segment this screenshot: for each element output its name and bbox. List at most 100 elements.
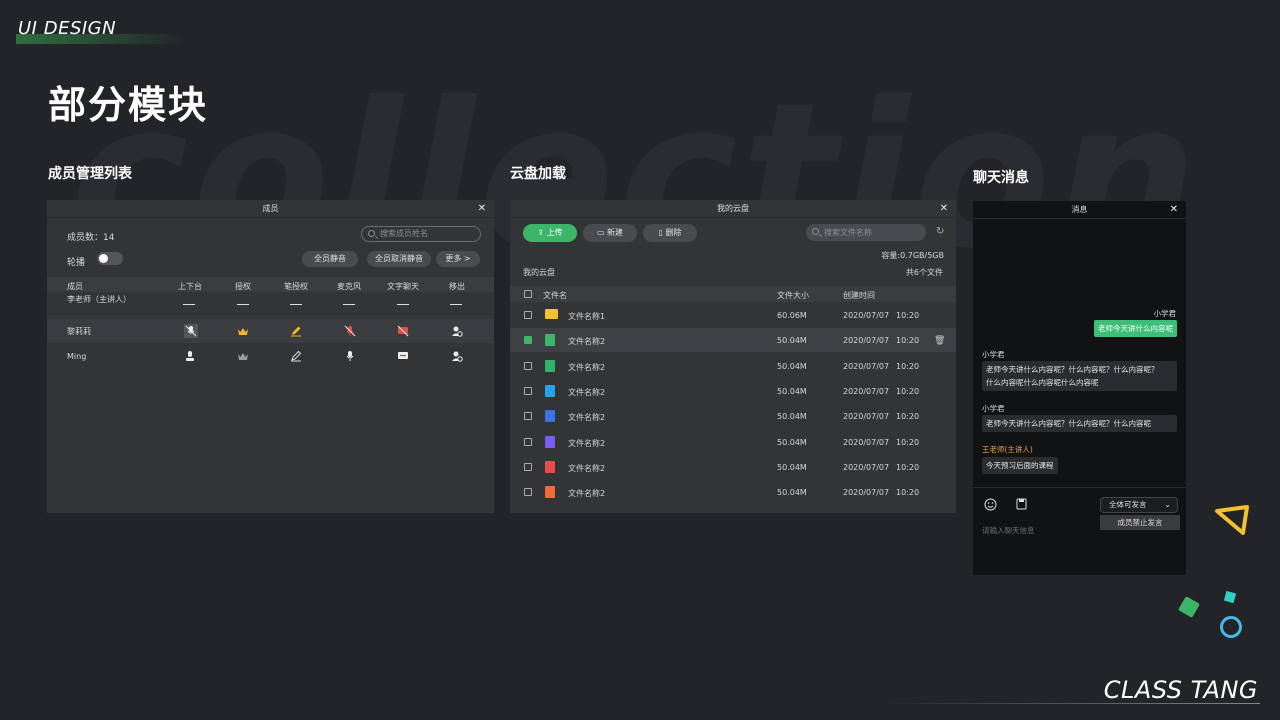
- col-text-chat: 文字聊天: [387, 282, 419, 291]
- refresh-icon[interactable]: ↻: [936, 226, 944, 237]
- member-name: 李老师（主讲人）: [67, 295, 131, 304]
- file-checkbox[interactable]: [524, 462, 532, 471]
- file-size: 50.04M: [777, 361, 807, 371]
- dash: [397, 304, 409, 305]
- save-icon[interactable]: [1016, 498, 1027, 510]
- ppt-file-icon: [545, 359, 555, 372]
- member-name: Ming: [67, 352, 87, 361]
- message-bubble-mine: 老师今天讲什么内容呢: [1094, 320, 1177, 337]
- file-date: 2020/07/07: [843, 361, 890, 371]
- file-search-input[interactable]: 搜索文件名称: [806, 224, 926, 241]
- remove-member-icon[interactable]: [451, 325, 463, 337]
- file-checkbox[interactable]: [524, 311, 532, 319]
- video-file-icon: [545, 410, 555, 423]
- crown-icon[interactable]: [237, 325, 249, 337]
- file-date: 2020/07/07: [843, 412, 890, 422]
- file-checkbox[interactable]: [524, 412, 532, 421]
- stage-off-icon[interactable]: [184, 324, 198, 338]
- new-label: 新建: [607, 228, 624, 237]
- stage-icon[interactable]: [184, 350, 196, 362]
- members-panel-title: 成员: [262, 204, 279, 213]
- close-icon[interactable]: ✕: [940, 200, 948, 218]
- image-file-icon: [545, 334, 555, 347]
- carousel-toggle[interactable]: [97, 252, 123, 265]
- upload-label: 上传: [546, 228, 563, 237]
- col-stage: 上下台: [178, 282, 202, 291]
- delete-button[interactable]: ▯ 删除: [643, 224, 697, 242]
- file-checkbox[interactable]: [524, 488, 532, 497]
- mic-muted-icon[interactable]: [344, 325, 356, 337]
- file-time: 10:20: [896, 336, 920, 346]
- file-size: 60.06M: [777, 311, 807, 320]
- select-all-checkbox[interactable]: [524, 290, 532, 298]
- new-folder-button[interactable]: ▭ 新建: [583, 224, 637, 242]
- file-row[interactable]: 文件名称2 50.04M 2020/07/07 10:20: [510, 409, 956, 427]
- chat-muted-icon[interactable]: [397, 325, 409, 337]
- speak-permission-option[interactable]: 成员禁止发言: [1100, 515, 1180, 530]
- col-pen-auth: 笔授权: [284, 282, 308, 291]
- cloud-panel-title: 我的云盘: [717, 204, 749, 213]
- file-row[interactable]: 文件名称2 50.04M 2020/07/07 10:20: [510, 485, 956, 503]
- crown-icon[interactable]: [237, 350, 249, 362]
- cloud-panel-header: 我的云盘 ✕: [510, 200, 956, 218]
- section-title-cloud: 云盘加载: [510, 166, 566, 182]
- file-name: 文件名称2: [568, 337, 606, 347]
- file-size: 50.04M: [777, 462, 807, 472]
- file-search-placeholder: 搜索文件名称: [824, 228, 872, 237]
- col-file-name: 文件名: [543, 291, 567, 300]
- chat-panel-header: 消息 ✕: [973, 201, 1186, 219]
- speak-permission-select[interactable]: 全体可发言 ⌄: [1100, 497, 1178, 513]
- more-button[interactable]: 更多 >: [436, 251, 480, 267]
- triangle-decoration: [1215, 505, 1249, 535]
- delete-label: 删除: [665, 228, 682, 237]
- speak-permission-value: 全体可发言: [1109, 500, 1147, 509]
- carousel-label: 轮播: [67, 258, 86, 268]
- mic-icon[interactable]: [344, 350, 356, 362]
- file-date: 2020/07/07: [843, 386, 890, 396]
- word-file-icon: [545, 384, 555, 397]
- close-icon[interactable]: ✕: [478, 200, 486, 218]
- pen-icon[interactable]: [290, 350, 302, 362]
- file-size: 50.04M: [777, 412, 807, 422]
- chat-panel-title: 消息: [1071, 205, 1088, 214]
- file-row[interactable]: 文件名称2 50.04M 2020/07/07 10:20: [510, 460, 956, 478]
- member-search-input[interactable]: 搜索成员姓名: [361, 226, 481, 242]
- pen-icon[interactable]: [290, 325, 302, 337]
- divider: [973, 487, 1186, 488]
- cloud-panel: 我的云盘 ✕ ⇪ 上传 ▭ 新建 ▯ 删除 搜索文件名称 ↻ 容量:0.7GB/…: [510, 200, 956, 513]
- breadcrumb[interactable]: 我的云盘: [523, 267, 555, 278]
- file-time: 10:20: [896, 386, 920, 396]
- col-member: 成员: [67, 282, 83, 291]
- members-table-header: [47, 277, 494, 292]
- upload-button[interactable]: ⇪ 上传: [523, 224, 577, 242]
- file-checkbox[interactable]: [524, 361, 532, 370]
- remove-member-icon[interactable]: [451, 350, 463, 362]
- message-user: 小学君: [1153, 309, 1177, 318]
- audio-file-icon: [545, 435, 555, 448]
- file-row[interactable]: 文件名称2 50.04M 2020/07/07 10:20: [510, 333, 956, 351]
- file-size: 50.04M: [777, 336, 807, 346]
- file-row[interactable]: 文件名称2 50.04M 2020/07/07 10:20: [510, 359, 956, 377]
- file-name: 文件名称2: [568, 438, 606, 448]
- member-count: 成员数：14: [67, 233, 115, 243]
- message-bubble: 今天预习后面的课程: [982, 457, 1058, 474]
- file-time: 10:20: [896, 412, 920, 422]
- close-icon[interactable]: ✕: [1170, 201, 1178, 219]
- file-checkbox[interactable]: [524, 386, 532, 395]
- file-checkbox[interactable]: [524, 437, 532, 446]
- folder-icon: ▭: [596, 228, 608, 237]
- file-row[interactable]: 文件名称2 50.04M 2020/07/07 10:20: [510, 384, 956, 402]
- chat-input[interactable]: 请输入聊天信息: [982, 525, 1035, 536]
- file-row[interactable]: 文件名称1 60.06M 2020/07/07 10:20: [510, 308, 956, 326]
- file-row[interactable]: 文件名称2 50.04M 2020/07/07 10:20: [510, 435, 956, 453]
- row-trash-icon[interactable]: 🗑: [934, 336, 945, 346]
- file-size: 50.04M: [777, 488, 807, 498]
- mute-all-button[interactable]: 全员静音: [302, 251, 358, 267]
- unmute-all-button[interactable]: 全员取消静音: [367, 251, 431, 267]
- file-checkbox[interactable]: [524, 336, 532, 345]
- chat-panel: 消息 ✕ 小学君 老师今天讲什么内容呢 小学君 老师今天讲什么内容呢？什么内容呢…: [973, 201, 1186, 575]
- table-row-highlight: [47, 319, 494, 343]
- file-table-header: [510, 286, 956, 302]
- chat-icon[interactable]: [397, 350, 409, 362]
- emoji-icon[interactable]: [984, 498, 997, 511]
